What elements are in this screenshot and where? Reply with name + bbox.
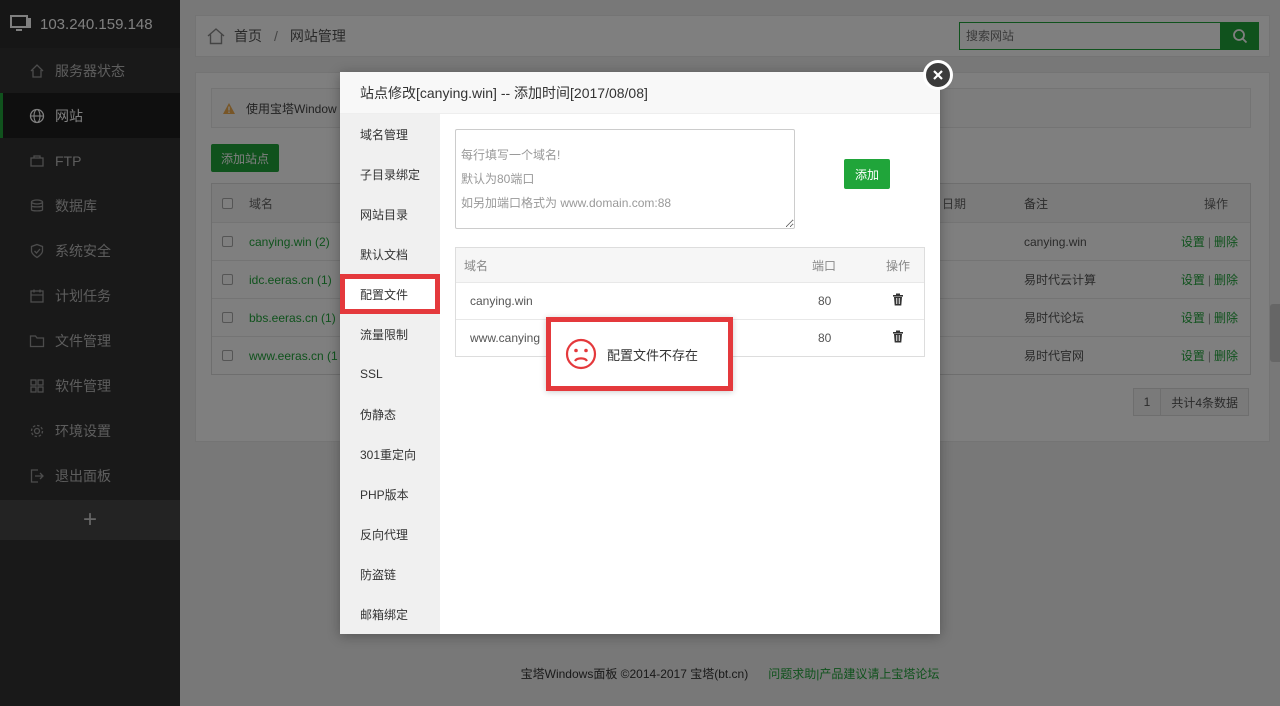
nav-domain-manage[interactable]: 域名管理: [340, 114, 440, 154]
trash-icon: [893, 293, 903, 306]
domain-table-header: 域名 端口 操作: [456, 248, 924, 282]
nav-subdir-bind[interactable]: 子目录绑定: [340, 154, 440, 194]
domain-name: www.canying: [470, 331, 541, 345]
column-port: 端口: [812, 258, 837, 273]
nav-mail-bind[interactable]: 邮箱绑定: [340, 594, 440, 634]
error-toast: 配置文件不存在: [546, 317, 733, 391]
domain-port: 80: [818, 331, 832, 345]
modal-nav: 域名管理 子目录绑定 网站目录 默认文档 配置文件 流量限制 SSL 伪静态 3…: [340, 114, 440, 634]
modal-close-button[interactable]: [923, 60, 953, 90]
trash-icon: [893, 330, 903, 343]
sad-face-icon: [565, 338, 597, 370]
table-row: canying.win 80: [456, 282, 924, 319]
domain-textarea[interactable]: [455, 129, 795, 229]
nav-ssl[interactable]: SSL: [340, 354, 440, 394]
nav-config-file[interactable]: 配置文件: [340, 274, 440, 314]
nav-default-doc[interactable]: 默认文档: [340, 234, 440, 274]
nav-rewrite[interactable]: 伪静态: [340, 394, 440, 434]
nav-reverse-proxy[interactable]: 反向代理: [340, 514, 440, 554]
nav-site-dir[interactable]: 网站目录: [340, 194, 440, 234]
modal-title: 站点修改[canying.win] -- 添加时间[2017/08/08]: [340, 72, 940, 114]
domain-port: 80: [818, 294, 832, 308]
add-domain-button[interactable]: 添加: [844, 159, 890, 189]
column-domain: 域名: [464, 258, 489, 273]
toast-message: 配置文件不存在: [607, 347, 699, 363]
nav-hotlink[interactable]: 防盗链: [340, 554, 440, 594]
nav-php-version[interactable]: PHP版本: [340, 474, 440, 514]
scrollbar-handle[interactable]: [1270, 304, 1280, 362]
domain-name: canying.win: [470, 294, 533, 308]
column-op: 操作: [886, 258, 911, 273]
nav-traffic-limit[interactable]: 流量限制: [340, 314, 440, 354]
close-icon: [933, 70, 943, 80]
nav-redirect-301[interactable]: 301重定向: [340, 434, 440, 474]
delete-domain-button[interactable]: [892, 330, 904, 346]
delete-domain-button[interactable]: [892, 293, 904, 309]
